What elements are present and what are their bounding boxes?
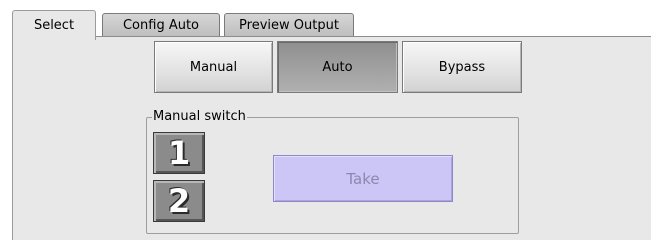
tab-bar: Select Config Auto Preview Output [12,10,651,40]
take-label: Take [346,169,380,188]
tab-preview-output-label: Preview Output [239,18,339,33]
tab-select[interactable]: Select [12,10,96,40]
manual-mode-button[interactable]: Manual [154,41,273,93]
tab-preview-output[interactable]: Preview Output [224,13,354,37]
bypass-mode-button[interactable]: Bypass [402,41,522,93]
manual-switch-label: Manual switch [152,109,247,125]
auto-mode-label: Auto [322,59,353,75]
input-1-button[interactable]: 1 [153,132,205,174]
tab-config-auto[interactable]: Config Auto [102,13,220,37]
manual-mode-label: Manual [189,59,238,75]
auto-mode-button[interactable]: Auto [277,41,398,93]
manual-switch-group: Manual switch 1 2 Take [146,109,519,234]
bypass-mode-label: Bypass [438,59,486,75]
take-button[interactable]: Take [273,155,453,202]
tab-select-label: Select [33,18,75,33]
tab-divider [12,36,651,37]
input-2-button[interactable]: 2 [153,180,205,222]
tab-config-auto-label: Config Auto [122,18,200,33]
select-panel: Manual Auto Bypass Manual switch 1 2 Tak… [12,37,651,240]
input-2-label: 2 [167,182,191,220]
input-1-label: 1 [167,134,191,172]
